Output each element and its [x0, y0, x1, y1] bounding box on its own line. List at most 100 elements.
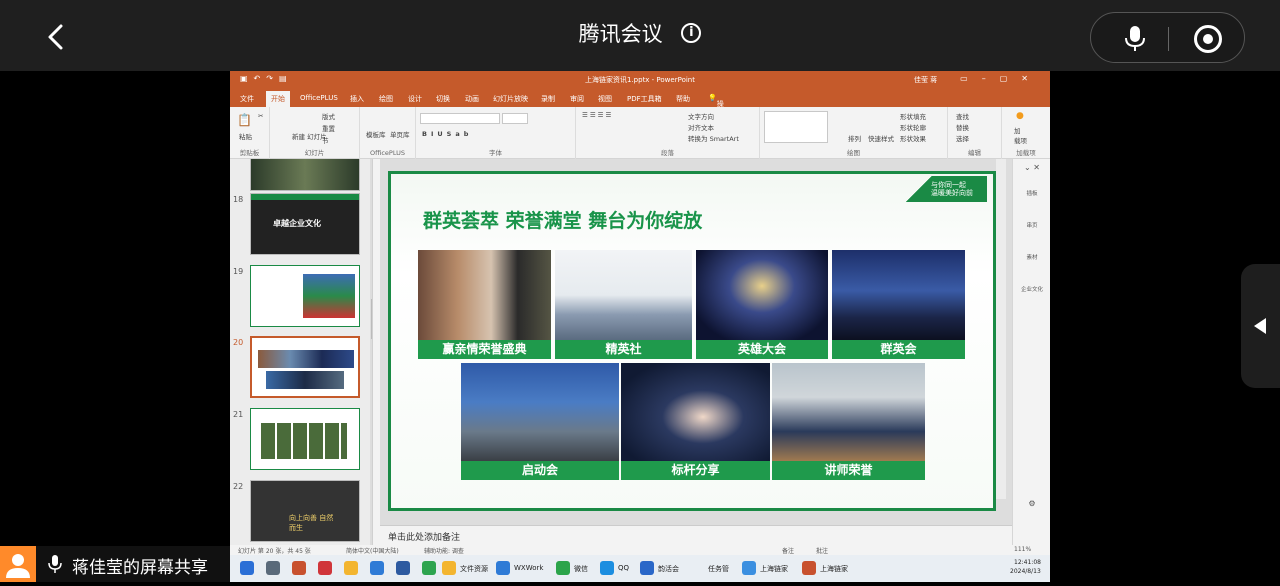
select-button[interactable]: 选择 [956, 133, 969, 143]
menu-help[interactable]: 帮助 [676, 94, 690, 104]
page-library[interactable]: 单页库 [390, 129, 410, 139]
close-icon[interactable]: ⌄ ✕ [1013, 163, 1050, 172]
arrange-button[interactable]: 排列 [848, 133, 861, 143]
side-panel-toggle[interactable] [1241, 264, 1280, 388]
thumbnail-17[interactable] [250, 159, 360, 191]
status-zoom[interactable]: 111% [1014, 546, 1031, 553]
app-icon[interactable] [396, 561, 410, 575]
cut-icon[interactable]: ✂ [258, 112, 263, 120]
clock-date[interactable]: 2024/8/13 [1010, 568, 1041, 575]
start-icon[interactable] [240, 561, 254, 575]
thumbnail-20-selected[interactable] [250, 336, 360, 398]
info-icon[interactable]: i [681, 23, 702, 43]
window-controls[interactable]: ▭–▢✕ [960, 74, 1042, 83]
taskbar-item[interactable]: QQ [618, 564, 629, 572]
status-notes[interactable]: 备注 [782, 546, 794, 555]
align-text-button[interactable]: 对齐文本 [688, 122, 714, 132]
taskbar-item[interactable]: WXWork [514, 564, 543, 572]
thumbnail-scroll-thumb[interactable] [371, 299, 372, 339]
menu-file[interactable]: 文件 [240, 94, 254, 104]
template-library[interactable]: 模板库 [366, 129, 386, 139]
section-button[interactable]: 节 [322, 135, 329, 145]
thumbnail-21[interactable] [250, 408, 360, 470]
addin-icon[interactable]: ● [1016, 111, 1024, 121]
menu-review[interactable]: 审阅 [570, 94, 584, 104]
thumbnail-18[interactable]: 卓越企业文化 [250, 193, 360, 255]
browser-icon[interactable] [742, 561, 756, 575]
photo-award-ceremony: 赢亲情荣誉盛典 [418, 250, 551, 359]
app-icon[interactable] [292, 561, 306, 575]
taskbar-item[interactable]: 上海链家 [760, 564, 788, 574]
taskbar-item[interactable]: 韵活会 [658, 564, 679, 574]
group-paragraph: ☰☰☰☰ 文字方向 对齐文本 转换为 SmartArt 段落 [576, 107, 760, 159]
task-pane-item[interactable]: 素材 [1013, 253, 1050, 261]
text-direction-button[interactable]: 文字方向 [688, 111, 714, 121]
excel-icon[interactable] [422, 561, 436, 575]
font-name-input[interactable] [420, 113, 500, 124]
taskbar-item[interactable]: 任务管 [708, 564, 729, 574]
menu-design[interactable]: 设计 [408, 94, 422, 104]
task-pane-item[interactable]: 企业文化 [1013, 285, 1050, 293]
wechat-icon[interactable] [556, 561, 570, 575]
ppt-user[interactable]: 佳莹 蒋 [914, 75, 937, 85]
status-comments[interactable]: 批注 [816, 546, 828, 555]
paste-icon[interactable]: 📋 [237, 113, 252, 127]
smartart-button[interactable]: 转换为 SmartArt [688, 133, 739, 143]
task-pane-item[interactable]: 串页 [1013, 221, 1050, 229]
slide-scrollbar[interactable] [996, 159, 1006, 499]
folder-icon[interactable] [344, 561, 358, 575]
reset-button[interactable]: 重置 [322, 123, 335, 133]
current-slide[interactable]: 与你同一起 温暖美好向前 群英荟萃 荣誉满堂 舞台为你绽放 赢亲情荣誉盛典 精英… [388, 171, 996, 511]
replace-button[interactable]: 替换 [956, 122, 969, 132]
thumbnail-19[interactable] [250, 265, 360, 327]
taskbar-item[interactable]: 文件资源 [460, 564, 488, 574]
menu-home[interactable]: 开始 [266, 91, 290, 107]
taskbar-item[interactable]: 上海链家 [820, 564, 848, 574]
status-language[interactable]: 简体中文(中国大陆) [346, 546, 399, 555]
menu-insert[interactable]: 插入 [350, 94, 364, 104]
group-addins: ● 加 载项 加载项 [1002, 107, 1050, 159]
microphone-icon[interactable] [1123, 25, 1147, 53]
taskbar-item[interactable]: 微信 [574, 564, 588, 574]
shape-effect-button[interactable]: 形状效果 [900, 133, 926, 143]
settings-icon[interactable]: ⚙ [1013, 499, 1050, 508]
menu-animation[interactable]: 动画 [465, 94, 479, 104]
explorer-icon[interactable] [442, 561, 456, 575]
app-icon[interactable] [318, 561, 332, 575]
menu-pdf[interactable]: PDF工具箱 [627, 94, 662, 104]
shape-outline-button[interactable]: 形状轮廓 [900, 122, 926, 132]
record-icon[interactable] [1194, 25, 1222, 53]
shapes-gallery[interactable] [764, 111, 828, 143]
list-buttons[interactable]: ☰☰☰☰ [582, 111, 613, 119]
thumb-number: 22 [233, 482, 244, 491]
notes-pane[interactable]: 单击此处添加备注 [380, 525, 1012, 545]
menu-transition[interactable]: 切换 [436, 94, 450, 104]
font-size-input[interactable] [502, 113, 528, 124]
menu-record[interactable]: 录制 [541, 94, 555, 104]
menu-view[interactable]: 视图 [598, 94, 612, 104]
search-icon[interactable] [266, 561, 280, 575]
status-accessibility[interactable]: 辅助功能: 调查 [424, 546, 464, 555]
thumbnail-22[interactable]: 向上向善 自然而生 [250, 480, 360, 542]
task-pane-item[interactable]: 插板 [1013, 189, 1050, 197]
menu-draw[interactable]: 绘图 [379, 94, 393, 104]
find-button[interactable]: 查找 [956, 111, 969, 121]
addin-button[interactable]: 加 载项 [1014, 125, 1027, 145]
menu-slideshow[interactable]: 幻灯片放映 [493, 94, 528, 104]
group-officeplus: 模板库 单页库 OfficePLUS [360, 107, 416, 159]
clock-time[interactable]: 12:41:08 [1014, 559, 1041, 566]
edge-icon[interactable] [370, 561, 384, 575]
thumbnail-scrollbar[interactable] [370, 159, 372, 545]
quick-style-button[interactable]: 快速样式 [868, 133, 894, 143]
shape-fill-button[interactable]: 形状填充 [900, 111, 926, 121]
group-label: 段落 [661, 149, 674, 157]
paste-button[interactable]: 粘贴 [239, 131, 252, 141]
menu-search[interactable]: 💡 操作说明搜索 [708, 94, 724, 158]
qq-icon[interactable] [600, 561, 614, 575]
layout-button[interactable]: 版式 [322, 111, 335, 121]
meeting-icon[interactable] [640, 561, 654, 575]
wxwork-icon[interactable] [496, 561, 510, 575]
menu-officeplus[interactable]: OfficePLUS [300, 94, 338, 102]
font-format-buttons[interactable]: BIUSab [422, 130, 472, 138]
powerpoint-icon[interactable] [802, 561, 816, 575]
